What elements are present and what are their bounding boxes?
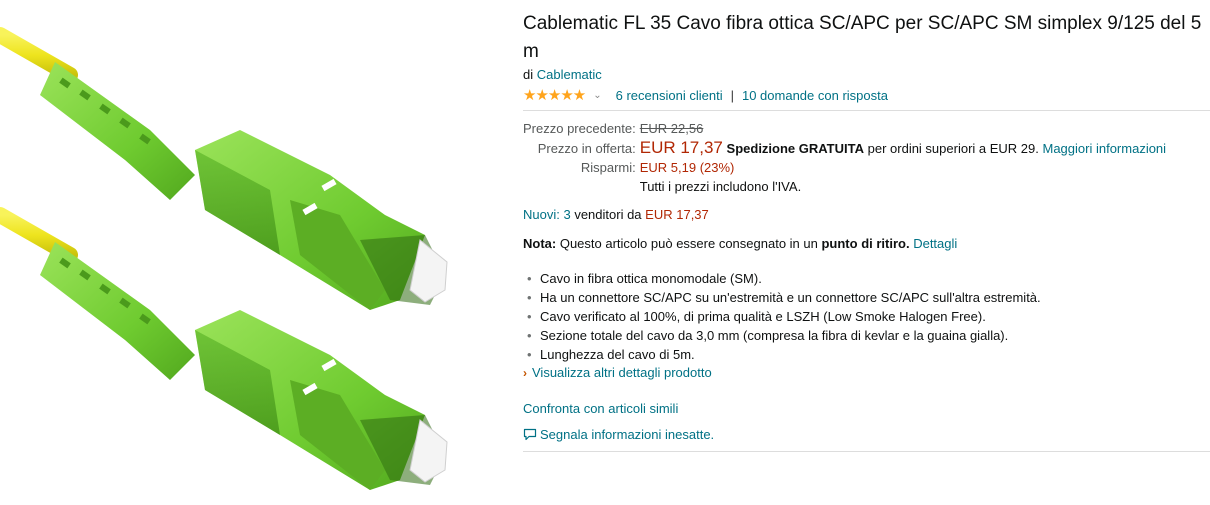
reviews-link[interactable]: 6 recensioni clienti xyxy=(616,88,723,103)
bullet-dot-icon: • xyxy=(527,290,532,305)
byline-prefix: di xyxy=(523,67,534,82)
savings-value: EUR 5,19 (23%) xyxy=(639,160,735,175)
speech-bubble-icon xyxy=(523,428,537,441)
bullet-text: Cavo in fibra ottica monomodale (SM). xyxy=(540,271,762,286)
questions-link[interactable]: 10 domande con risposta xyxy=(742,88,888,103)
brand-link[interactable]: Cablematic xyxy=(537,67,602,82)
note-label: Nota: xyxy=(523,236,557,251)
savings-label: Risparmi: xyxy=(580,160,636,175)
new-offers-link[interactable]: Nuovi: 3 xyxy=(523,207,571,222)
report-section: Segnala informazioni inesatte. xyxy=(523,427,1210,442)
vat-note: Tutti i prezzi includono l'IVA. xyxy=(639,179,802,194)
vat-row: Tutti i prezzi includono l'IVA. xyxy=(523,177,1170,196)
divider xyxy=(523,110,1210,111)
offer-price-label: Prezzo in offerta: xyxy=(537,141,636,156)
offers-from-price: EUR 17,37 xyxy=(645,207,709,222)
product-image[interactable] xyxy=(0,0,505,505)
bullet-text: Sezione totale del cavo da 3,0 mm (compr… xyxy=(540,328,1009,343)
pickup-point-text: punto di ritiro. xyxy=(821,236,910,251)
shipping-info-link[interactable]: Maggiori informazioni xyxy=(1043,141,1167,156)
ratings-separator: | xyxy=(730,87,734,103)
bullet-text: Lunghezza del cavo di 5m. xyxy=(540,347,695,362)
report-link[interactable]: Segnala informazioni inesatte. xyxy=(540,427,714,442)
feature-bullet: • Ha un connettore SC/APC su un'estremità… xyxy=(523,288,1210,307)
bullet-dot-icon: • xyxy=(527,271,532,286)
more-details-link[interactable]: Visualizza altri dettagli prodotto xyxy=(532,365,712,380)
pickup-details-link[interactable]: Dettagli xyxy=(913,236,957,251)
feature-bullet: • Lunghezza del cavo di 5m. xyxy=(523,345,1210,364)
feature-bullet: • Cavo in fibra ottica monomodale (SM). xyxy=(523,269,1210,288)
note-text: Questo articolo può essere consegnato in… xyxy=(559,236,818,251)
previous-price-row: Prezzo precedente: EUR 22,56 xyxy=(523,119,1170,138)
bullet-dot-icon: • xyxy=(527,309,532,324)
bullet-dot-icon: • xyxy=(527,347,532,362)
savings-row: Risparmi: EUR 5,19 (23%) xyxy=(523,158,1170,177)
sellers-text: venditori da xyxy=(574,207,642,222)
byline: di Cablematic xyxy=(523,67,1210,82)
bullet-text: Ha un connettore SC/APC su un'estremità … xyxy=(540,290,1041,305)
bullet-dot-icon: • xyxy=(527,328,532,343)
offers-line: Nuovi: 3 venditori da EUR 17,37 xyxy=(523,207,1210,222)
feature-bullet: • Cavo verificato al 100%, di prima quali… xyxy=(523,307,1210,326)
price-table: Prezzo precedente: EUR 22,56 Prezzo in o… xyxy=(523,119,1170,196)
star-rating-icon[interactable]: ★★★★★ xyxy=(523,86,586,104)
bottom-divider xyxy=(523,451,1210,452)
chevron-down-icon[interactable]: ⌄ xyxy=(593,90,601,101)
compare-link[interactable]: Confronta con articoli simili xyxy=(523,401,678,416)
offer-price-value: EUR 17,37 xyxy=(639,138,723,157)
previous-price-value: EUR 22,56 xyxy=(639,121,704,136)
offer-price-row: Prezzo in offerta: EUR 17,37 Spedizione … xyxy=(523,138,1170,158)
ratings-row: ★★★★★ ⌄ 6 recensioni clienti | 10 domand… xyxy=(523,86,1210,104)
previous-price-label: Prezzo precedente: xyxy=(523,121,636,136)
fiber-optic-cable-image xyxy=(0,27,448,490)
pickup-note: Nota: Questo articolo può essere consegn… xyxy=(523,236,1210,251)
bullet-text: Cavo verificato al 100%, di prima qualit… xyxy=(540,309,986,324)
feature-bullets: • Cavo in fibra ottica monomodale (SM). •… xyxy=(523,269,1210,364)
free-shipping-label: Spedizione GRATUITA xyxy=(726,141,864,156)
shipping-text: per ordini superiori a EUR 29. xyxy=(867,141,1039,156)
feature-bullet: • Sezione totale del cavo da 3,0 mm (comp… xyxy=(523,326,1210,345)
chevron-right-icon: › xyxy=(523,365,527,380)
compare-section: Confronta con articoli simili xyxy=(523,401,1210,416)
product-title: Cablematic FL 35 Cavo fibra ottica SC/AP… xyxy=(523,13,1202,62)
product-details: Cablematic FL 35 Cavo fibra ottica SC/AP… xyxy=(523,10,1210,452)
more-details: › Visualizza altri dettagli prodotto xyxy=(523,365,1210,380)
